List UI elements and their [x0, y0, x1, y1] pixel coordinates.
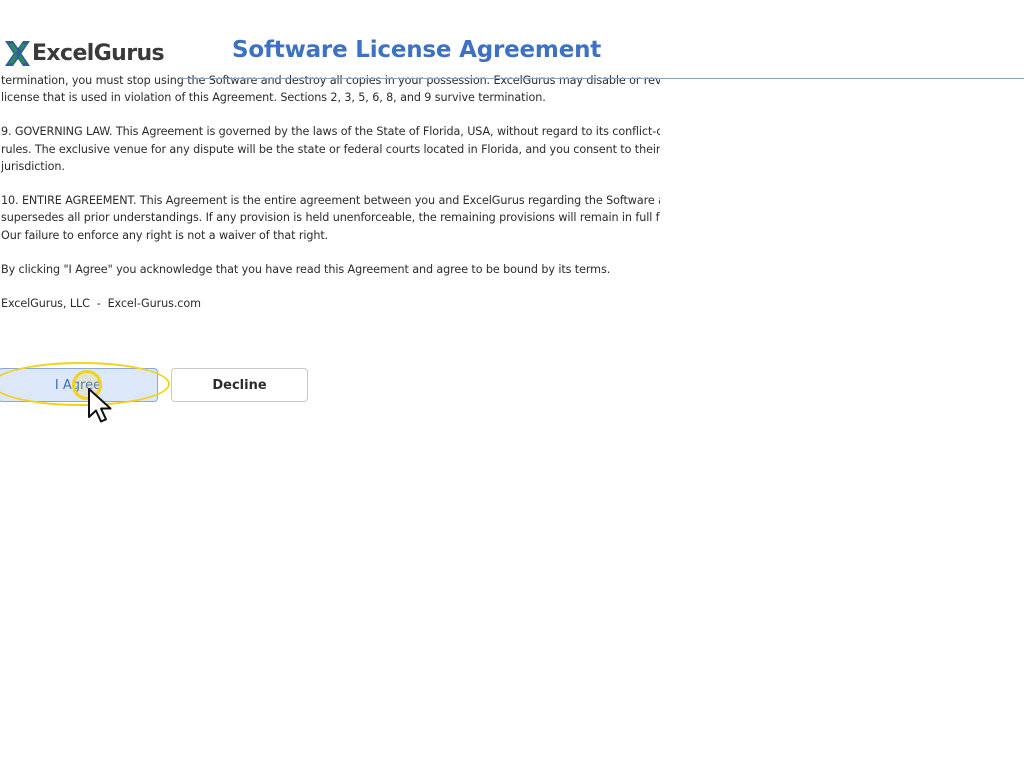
agreement-line: jurisdiction.	[1, 160, 65, 174]
section-9-paragraph: 9. GOVERNING LAW. This Agreement is gove…	[1, 123, 660, 175]
acknowledgement-paragraph: By clicking "I Agree" you acknowledge th…	[1, 261, 651, 278]
agreement-line: supersedes all prior understandings. If …	[1, 211, 660, 225]
license-dialog: termination, you must stop using the Sof…	[0, 0, 1024, 769]
agreement-line: rules. The exclusive venue for any dispu…	[1, 142, 660, 156]
i-agree-button[interactable]: I Agree	[0, 368, 158, 402]
dialog-header: ExcelGurus Software License Agreement	[0, 0, 1024, 75]
agreement-line: Our failure to enforce any right is not …	[1, 228, 329, 242]
acknowledgement-text: By clicking "I Agree" you acknowledge th…	[1, 262, 611, 276]
company-footer: ExcelGurus, LLC - Excel-Gurus.com	[1, 296, 201, 310]
agreement-line: 10. ENTIRE AGREEMENT. This Agreement is …	[1, 194, 660, 208]
agreement-line: license that is used in violation of thi…	[1, 91, 546, 105]
excelgurus-logo: ExcelGurus	[4, 38, 184, 68]
excelgurus-x-logo-icon	[5, 40, 30, 66]
page-title: Software License Agreement	[232, 37, 602, 63]
decline-button[interactable]: Decline	[171, 368, 308, 402]
logo-text: ExcelGurus	[32, 40, 165, 66]
agreement-line: 9. GOVERNING LAW. This Agreement is gove…	[1, 125, 660, 139]
agreement-text: termination, you must stop using the Sof…	[1, 72, 660, 329]
footer-paragraph: ExcelGurus, LLC - Excel-Gurus.com	[1, 295, 651, 312]
header-divider	[180, 78, 1024, 79]
section-10-paragraph: 10. ENTIRE AGREEMENT. This Agreement is …	[1, 192, 660, 244]
